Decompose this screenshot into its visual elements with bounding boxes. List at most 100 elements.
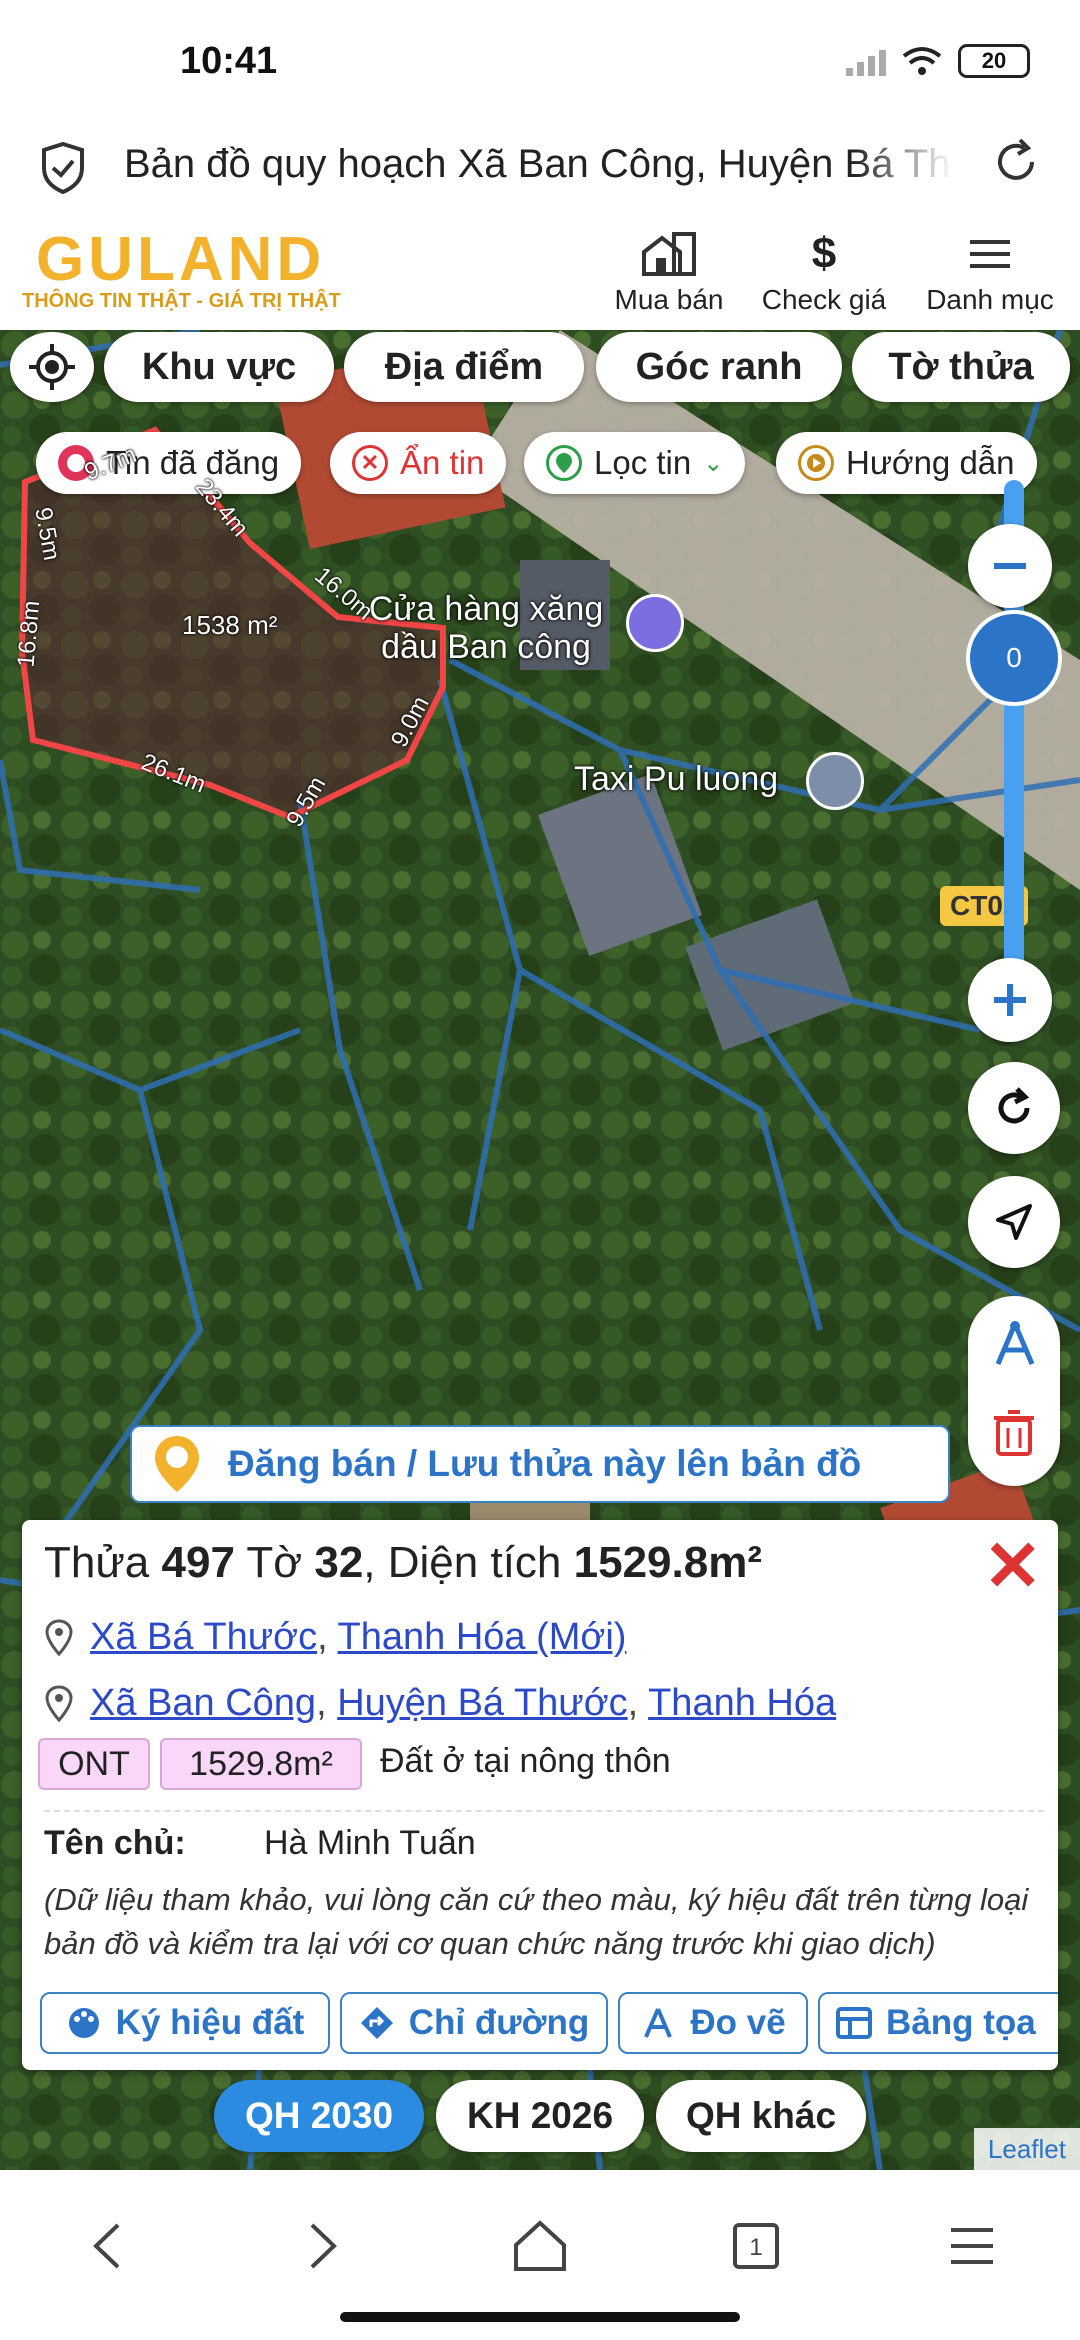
button-label: Đo vẽ — [690, 2003, 786, 2042]
zoom-in-button[interactable] — [968, 958, 1052, 1042]
home-button[interactable] — [500, 2206, 580, 2286]
measure-button[interactable]: Đo vẽ — [618, 1992, 808, 2054]
filter-to-thua[interactable]: Tờ thửa — [852, 332, 1070, 402]
tab-qh-khac[interactable]: QH khác — [656, 2080, 866, 2152]
status-bar: 10:41 20 — [0, 0, 1080, 120]
divider — [44, 1810, 1044, 1812]
logo-tagline: THÔNG TIN THẬT - GIÁ TRỊ THẬT — [22, 290, 341, 312]
screen: 10:41 20 Bản đồ quy hoạch Xã Ban Công, H… — [0, 0, 1080, 2340]
taxi-place-icon[interactable] — [806, 752, 864, 810]
sheet-number: 32 — [314, 1538, 364, 1587]
tab-kh-2026[interactable]: KH 2026 — [436, 2080, 644, 2152]
chip-label: Lọc tin — [594, 444, 692, 481]
refresh-icon — [998, 1087, 1030, 1124]
chip-tin-da-dang[interactable]: Tin đã đăng — [36, 432, 302, 494]
address-old: Xã Ban Công, Huyện Bá Thước, Thanh Hóa — [44, 1682, 836, 1725]
land-code-badge: ONT — [38, 1738, 150, 1790]
link-huyen-ba-thuoc[interactable]: Huyện Bá Thước — [337, 1682, 627, 1724]
label-gas-station: Cửa hàng xăng dầu Ban công — [368, 590, 604, 666]
nav-label: Check giá — [761, 284, 887, 315]
draw-tools — [968, 1296, 1060, 1486]
link-thanh-hoa[interactable]: Thanh Hóa — [648, 1682, 836, 1724]
zoom-slider-handle[interactable]: 0 — [966, 610, 1062, 706]
parcel-area-label: 1538 m² — [182, 610, 278, 640]
label-taxi: Taxi Pu luong — [574, 760, 779, 798]
parcel-area: 1529.8m² — [573, 1538, 762, 1587]
menu-icon — [951, 2228, 993, 2264]
compass-draw-icon[interactable] — [988, 1318, 1042, 1372]
wifi-icon — [902, 47, 942, 75]
nav-check-gia[interactable]: $ Check giá — [754, 224, 894, 316]
close-circle-icon: ✕ — [352, 445, 388, 481]
button-label: Bảng tọa — [886, 2003, 1036, 2042]
navigate-button[interactable] — [968, 1176, 1060, 1268]
link-xa-ban-cong[interactable]: Xã Ban Công — [90, 1682, 316, 1724]
location-pin-icon — [546, 445, 582, 481]
locate-button[interactable] — [10, 332, 94, 402]
directions-button[interactable]: Chỉ đường — [340, 1992, 608, 2054]
label-thua: Thửa — [44, 1538, 150, 1587]
forward-button[interactable] — [282, 2206, 362, 2286]
guland-logo[interactable]: GULAND — [36, 224, 325, 295]
parcel-heading: Thửa 497 Tờ 32, Diện tích 1529.8m² — [44, 1538, 762, 1588]
banner-text: Đăng bán / Lưu thửa này lên bản đồ — [228, 1443, 862, 1484]
filter-dia-diem[interactable]: Địa điểm — [344, 332, 584, 402]
filter-khu-vuc[interactable]: Khu vực — [104, 332, 334, 402]
navigation-arrow-icon — [996, 1204, 1032, 1240]
gas-station-icon[interactable] — [626, 594, 684, 652]
button-label: Ký hiệu đất — [115, 2003, 305, 2042]
tabs-icon: 1 — [733, 2223, 779, 2269]
site-header: GULAND THÔNG TIN THẬT - GIÁ TRỊ THẬT Mua… — [0, 220, 1080, 330]
link-thanh-hoa-moi[interactable]: Thanh Hóa (Mới) — [338, 1616, 627, 1658]
home-indicator[interactable] — [340, 2312, 740, 2322]
chevron-right-icon — [310, 2223, 337, 2269]
location-pin-icon — [45, 1618, 73, 1656]
leaflet-attribution[interactable]: Leaflet — [973, 2128, 1080, 2171]
tabs-button[interactable]: 1 — [716, 2206, 796, 2286]
shield-icon[interactable] — [40, 140, 86, 196]
minus-icon — [994, 563, 1026, 569]
close-panel-button[interactable]: ✕ — [983, 1526, 1042, 1606]
table-icon — [836, 2007, 872, 2039]
chip-label: Ẩn tin — [400, 444, 485, 481]
building-icon — [604, 224, 734, 284]
back-button[interactable] — [68, 2206, 148, 2286]
land-symbol-button[interactable]: Ký hiệu đất — [40, 1992, 330, 2054]
crosshair-icon — [29, 344, 75, 390]
land-area-badge: 1529.8m² — [160, 1738, 362, 1790]
trash-icon[interactable] — [992, 1408, 1036, 1458]
zoom-out-button[interactable] — [968, 524, 1052, 608]
parcel-number: 497 — [161, 1538, 235, 1587]
chip-loc-tin[interactable]: Lọc tin ⌄ — [524, 432, 746, 494]
filter-goc-ranh[interactable]: Góc ranh — [596, 332, 842, 402]
label-to: Tờ — [246, 1538, 303, 1587]
page-title[interactable]: Bản đồ quy hoạch Xã Ban Công, Huyện Bá T… — [124, 134, 954, 194]
chip-huong-dan[interactable]: Hướng dẫn — [776, 432, 1037, 494]
button-label: Chỉ đường — [408, 2003, 590, 2042]
post-parcel-banner[interactable]: Đăng bán / Lưu thửa này lên bản đồ — [130, 1425, 950, 1503]
edge-label: 16.8m — [12, 599, 46, 669]
nav-label: Danh mục — [926, 284, 1054, 315]
menu-button[interactable] — [932, 2206, 1012, 2286]
chip-label: Hướng dẫn — [846, 444, 1015, 481]
menu-icon — [920, 224, 1060, 284]
svg-text:1: 1 — [749, 2234, 762, 2261]
refresh-button[interactable] — [968, 1062, 1060, 1154]
status-icons: 20 — [846, 44, 1030, 78]
chevron-left-icon — [93, 2223, 120, 2269]
chevron-down-icon: ⌄ — [703, 449, 724, 477]
nav-mua-ban[interactable]: Mua bán — [604, 224, 734, 316]
label-area: , Diện tích — [363, 1538, 562, 1587]
chip-an-tin[interactable]: ✕ Ẩn tin — [330, 432, 507, 494]
tab-qh-2030[interactable]: QH 2030 — [214, 2080, 424, 2152]
directions-icon — [360, 2007, 393, 2039]
link-xa-ba-thuoc[interactable]: Xã Bá Thước — [90, 1616, 317, 1658]
browser-title-bar[interactable]: Bản đồ quy hoạch Xã Ban Công, Huyện Bá T… — [0, 120, 1080, 220]
reload-icon[interactable] — [988, 134, 1044, 190]
palette-icon — [68, 2008, 99, 2038]
parcel-info-panel: Thửa 497 Tờ 32, Diện tích 1529.8m² ✕ Xã … — [22, 1520, 1058, 2070]
coordinates-table-button[interactable]: Bảng tọa — [818, 1992, 1058, 2054]
location-pin-icon — [45, 1684, 73, 1722]
play-icon — [798, 445, 834, 481]
nav-danh-muc[interactable]: Danh mục — [920, 224, 1060, 316]
